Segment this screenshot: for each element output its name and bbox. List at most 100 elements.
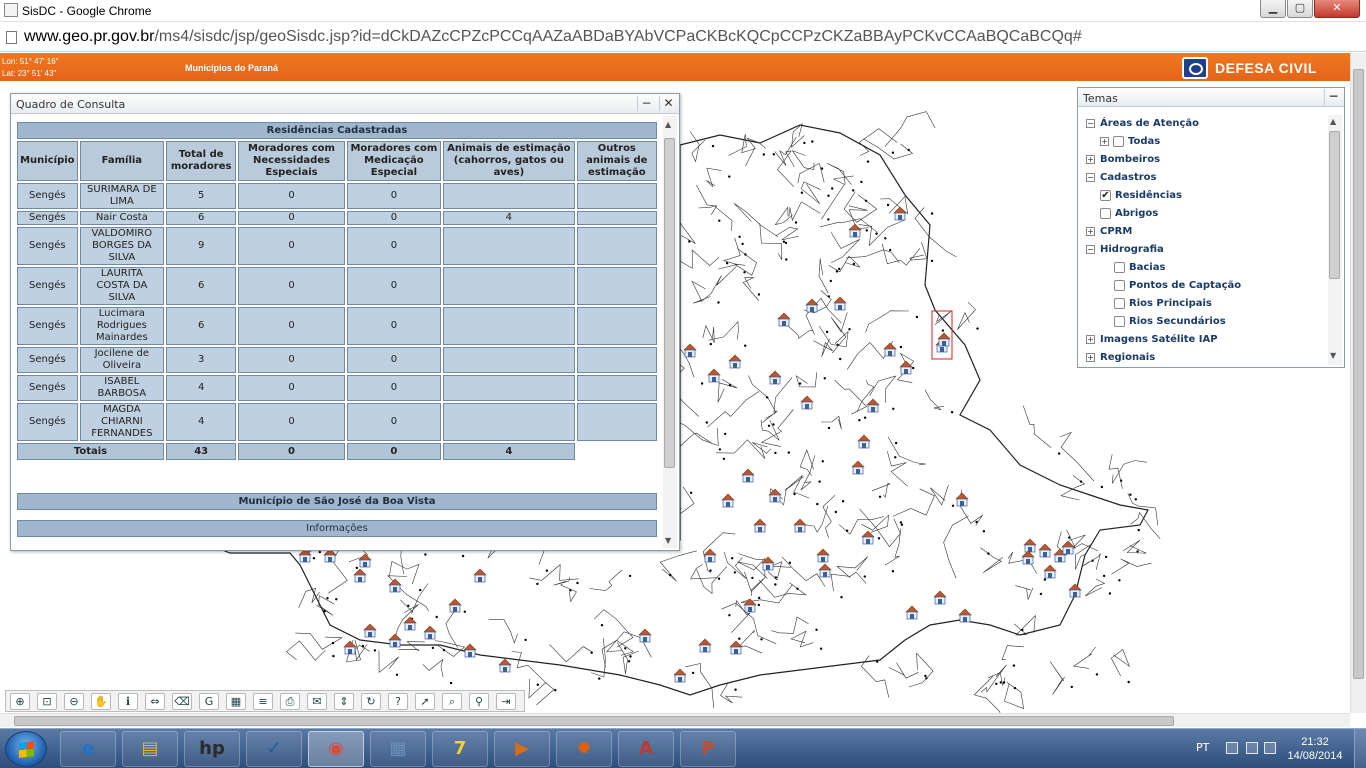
table-row: Sengés VALDOMIRO BORGES DA SILVA 9 0 0: [17, 227, 657, 265]
section-municipio-title[interactable]: Município de São José da Boa Vista: [17, 493, 657, 510]
layer-checkbox[interactable]: [1114, 280, 1125, 291]
defesa-civil-logo: [1182, 57, 1208, 79]
page-horizontal-scroll-thumb[interactable]: [14, 716, 1174, 726]
municipality-seat-dot: [891, 151, 895, 154]
pointer-icon[interactable]: ➚: [415, 693, 435, 710]
dialog-minimize-button[interactable]: −: [637, 96, 655, 111]
theme-item-todas[interactable]: + Todas: [1086, 134, 1326, 152]
layer-checkbox[interactable]: ✔: [1100, 190, 1111, 201]
page-vertical-scroll-thumb[interactable]: [1353, 69, 1364, 679]
municipality-seat-dot: [793, 492, 796, 496]
residence-marker-icon[interactable]: [498, 658, 512, 673]
battery-icon[interactable]: [1246, 742, 1258, 754]
totals-label: Totais: [17, 443, 165, 460]
theme-item-cprm[interactable]: + CPRM: [1086, 224, 1326, 242]
dialog-scroll-thumb[interactable]: [664, 138, 675, 468]
taskbar-app-firefox[interactable]: ✹: [556, 731, 612, 767]
table-icon[interactable]: ▦: [226, 693, 246, 710]
action-center-icon[interactable]: [1226, 742, 1238, 754]
scroll-up-icon[interactable]: ▲: [1330, 117, 1336, 126]
page-vertical-scrollbar[interactable]: [1350, 53, 1366, 713]
zoom-in-icon[interactable]: ⊕: [10, 693, 30, 710]
taskbar-app-google-chrome[interactable]: ◉: [308, 731, 364, 767]
zoom-out-icon[interactable]: ⊖: [64, 693, 84, 710]
system-clock[interactable]: 21:32 14/08/2014: [1282, 735, 1348, 763]
print-icon[interactable]: ⎙: [280, 693, 300, 710]
themes-scrollbar[interactable]: ▲ ▼: [1328, 115, 1342, 365]
taskbar-app-hp[interactable]: hp: [184, 731, 240, 767]
taskbar-app-windows-explorer[interactable]: ▤: [122, 731, 178, 767]
layer-checkbox[interactable]: [1113, 136, 1124, 147]
scroll-down-icon[interactable]: ▼: [1330, 351, 1336, 360]
layer-checkbox[interactable]: [1114, 316, 1125, 327]
expand-icon[interactable]: +: [1086, 335, 1095, 344]
theme-item-resid-ncias[interactable]: ✔ Residências: [1086, 188, 1326, 206]
show-desktop-button[interactable]: [1354, 729, 1366, 768]
minimize-button[interactable]: ▁: [1260, 0, 1286, 18]
email-icon[interactable]: ✉: [307, 693, 327, 710]
address-bar[interactable]: www.geo.pr.gov.br/ms4/sisdc/jsp/geoSisdc…: [0, 22, 1366, 52]
url-text[interactable]: www.geo.pr.gov.br/ms4/sisdc/jsp/geoSisdc…: [24, 28, 1082, 46]
taskbar-app-calculator[interactable]: ▦: [370, 731, 426, 767]
binoculars-icon[interactable]: ⚲: [469, 693, 489, 710]
theme-item-rios-secund-rios[interactable]: Rios Secundários: [1086, 314, 1326, 332]
layer-checkbox[interactable]: [1114, 298, 1125, 309]
municipality-seat-dot: [889, 248, 892, 252]
language-indicator[interactable]: PT: [1196, 741, 1209, 754]
measure-icon[interactable]: ⇔: [145, 693, 165, 710]
theme-item-hidrografia[interactable]: − Hidrografia: [1086, 242, 1326, 260]
section-informacoes-title[interactable]: Informações: [17, 520, 657, 537]
expand-icon[interactable]: +: [1086, 353, 1095, 362]
start-button[interactable]: [5, 731, 47, 767]
theme-item-abrigos[interactable]: Abrigos: [1086, 206, 1326, 224]
residence-marker-icon[interactable]: [343, 640, 357, 655]
eraser-icon[interactable]: ⌫: [172, 693, 192, 710]
collapse-icon[interactable]: −: [1086, 173, 1095, 182]
query-dialog-titlebar[interactable]: Quadro de Consulta − ✕: [11, 94, 679, 114]
scroll-down-icon[interactable]: ▼: [665, 536, 671, 545]
theme-item-bombeiros[interactable]: + Bombeiros: [1086, 152, 1326, 170]
page-horizontal-scrollbar[interactable]: [0, 713, 1350, 727]
taskbar-app-pdf[interactable]: A: [618, 731, 674, 767]
municipality-seat-dot: [788, 561, 792, 564]
search-icon[interactable]: ⌕: [442, 693, 462, 710]
themes-collapse-button[interactable]: −: [1324, 89, 1342, 105]
maximize-button[interactable]: ▢: [1287, 0, 1313, 18]
theme-item--reas-de-aten-o[interactable]: − Áreas de Atenção: [1086, 116, 1326, 134]
refresh-icon[interactable]: ↻: [361, 693, 381, 710]
taskbar-app-internet-explorer[interactable]: e: [60, 731, 116, 767]
dialog-scrollbar[interactable]: ▲ ▼: [663, 116, 677, 548]
expand-icon[interactable]: +: [1086, 227, 1095, 236]
close-button[interactable]: ✕: [1314, 0, 1360, 18]
dialog-close-button[interactable]: ✕: [659, 96, 677, 111]
theme-item-pontos-de-capta-o[interactable]: Pontos de Captação: [1086, 278, 1326, 296]
collapse-icon[interactable]: −: [1086, 119, 1095, 128]
taskbar-app-sticky[interactable]: 7: [432, 731, 488, 767]
theme-item-rios-principais[interactable]: Rios Principais: [1086, 296, 1326, 314]
exit-icon[interactable]: ⇥: [496, 693, 516, 710]
scroll-up-icon[interactable]: ▲: [665, 120, 671, 129]
municipality-seat-dot: [722, 457, 726, 460]
theme-item-regionais[interactable]: + Regionais: [1086, 350, 1326, 368]
zoom-extent-icon[interactable]: ⊡: [37, 693, 57, 710]
legend-icon[interactable]: ≡: [253, 693, 273, 710]
taskbar-app-powerpoint[interactable]: P: [680, 731, 736, 767]
themes-scroll-thumb[interactable]: [1329, 131, 1340, 279]
scale-icon[interactable]: ⇕: [334, 693, 354, 710]
layer-checkbox[interactable]: [1114, 262, 1125, 273]
info-icon[interactable]: ℹ: [118, 693, 138, 710]
volume-icon[interactable]: [1264, 742, 1276, 754]
pan-hand-icon[interactable]: ✋: [91, 693, 111, 710]
collapse-icon[interactable]: −: [1086, 245, 1095, 254]
table-cell: VALDOMIRO BORGES DA SILVA: [79, 227, 165, 265]
help-icon[interactable]: ?: [388, 693, 408, 710]
taskbar-app-task[interactable]: ✓: [246, 731, 302, 767]
google-icon[interactable]: G: [199, 693, 219, 710]
expand-icon[interactable]: +: [1100, 137, 1109, 146]
theme-item-imagens-sat-lite-iap[interactable]: + Imagens Satélite IAP: [1086, 332, 1326, 350]
layer-checkbox[interactable]: [1100, 208, 1111, 219]
theme-item-bacias[interactable]: Bacias: [1086, 260, 1326, 278]
theme-item-cadastros[interactable]: − Cadastros: [1086, 170, 1326, 188]
taskbar-app-media[interactable]: ▶: [494, 731, 550, 767]
expand-icon[interactable]: +: [1086, 155, 1095, 164]
